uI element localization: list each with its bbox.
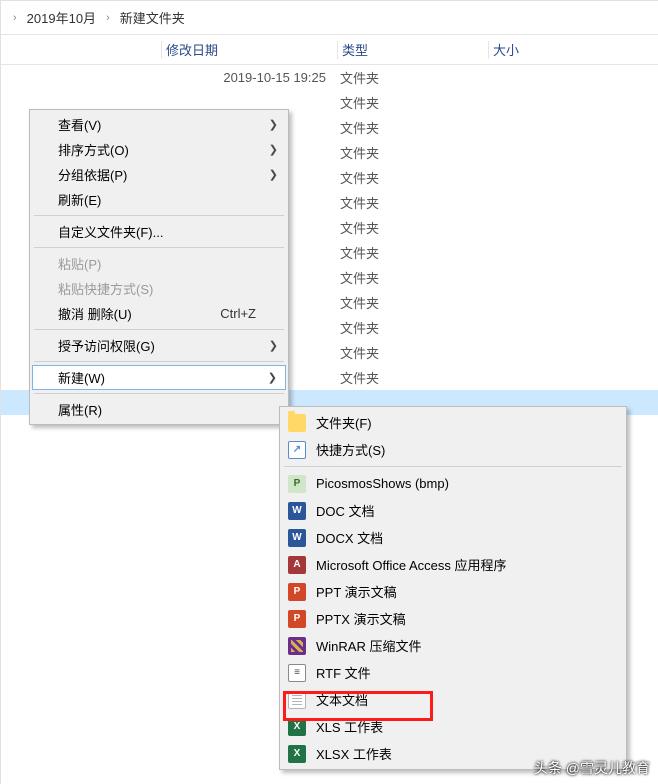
chevron-right-icon: ❯ <box>269 168 278 181</box>
excel-icon: X <box>288 718 306 736</box>
excel-icon: X <box>288 745 306 763</box>
chevron-right-icon: ❯ <box>269 118 278 131</box>
new-txt[interactable]: 文本文档 <box>282 686 624 713</box>
menu-properties[interactable]: 属性(R) <box>32 397 286 422</box>
chevron-right-icon: ❯ <box>268 371 277 384</box>
col-size[interactable]: 大小 <box>489 40 658 59</box>
breadcrumb-seg-2[interactable]: 新建文件夹 <box>116 6 189 29</box>
menu-sort[interactable]: 排序方式(O)❯ <box>32 137 286 162</box>
submenu-new: 文件夹(F) ↗快捷方式(S) PPicosmosShows (bmp) WDO… <box>279 406 627 770</box>
breadcrumb[interactable]: › 2019年10月 › 新建文件夹 <box>1 1 658 35</box>
watermark: 头条 @雪灵儿教育 <box>534 758 650 778</box>
powerpoint-icon: P <box>288 610 306 628</box>
new-folder[interactable]: 文件夹(F) <box>282 409 624 436</box>
chevron-right-icon: › <box>7 12 23 24</box>
menu-paste: 粘贴(P) <box>32 251 286 276</box>
word-icon: W <box>288 529 306 547</box>
new-doc[interactable]: WDOC 文档 <box>282 497 624 524</box>
menu-undo[interactable]: 撤消 删除(U)Ctrl+Z <box>32 301 286 326</box>
text-icon <box>288 691 306 709</box>
new-rar[interactable]: WinRAR 压缩文件 <box>282 632 624 659</box>
chevron-right-icon: ❯ <box>269 143 278 156</box>
list-item[interactable]: 2019-10-15 19:25文件夹 <box>1 65 658 90</box>
breadcrumb-seg-1[interactable]: 2019年10月 <box>23 6 100 29</box>
shortcut-label: Ctrl+Z <box>220 306 256 321</box>
shortcut-icon: ↗ <box>288 441 306 459</box>
image-icon: P <box>288 475 306 493</box>
new-bmp[interactable]: PPicosmosShows (bmp) <box>282 470 624 497</box>
powerpoint-icon: P <box>288 583 306 601</box>
chevron-right-icon: › <box>100 12 116 24</box>
chevron-right-icon: ❯ <box>269 339 278 352</box>
context-menu: 查看(V)❯ 排序方式(O)❯ 分组依据(P)❯ 刷新(E) 自定义文件夹(F)… <box>29 109 289 425</box>
folder-icon <box>288 414 306 432</box>
menu-customize[interactable]: 自定义文件夹(F)... <box>32 219 286 244</box>
menu-grant-access[interactable]: 授予访问权限(G)❯ <box>32 333 286 358</box>
archive-icon <box>288 637 306 655</box>
document-icon: ≡ <box>288 664 306 682</box>
new-pptx[interactable]: PPPTX 演示文稿 <box>282 605 624 632</box>
access-icon: A <box>288 556 306 574</box>
word-icon: W <box>288 502 306 520</box>
column-headers: 修改日期 类型 大小 <box>1 35 658 65</box>
new-xls[interactable]: XXLS 工作表 <box>282 713 624 740</box>
new-access[interactable]: AMicrosoft Office Access 应用程序 <box>282 551 624 578</box>
menu-new[interactable]: 新建(W)❯ <box>32 365 286 390</box>
menu-paste-shortcut: 粘贴快捷方式(S) <box>32 276 286 301</box>
col-type[interactable]: 类型 <box>338 40 488 59</box>
new-rtf[interactable]: ≡RTF 文件 <box>282 659 624 686</box>
menu-group[interactable]: 分组依据(P)❯ <box>32 162 286 187</box>
menu-view[interactable]: 查看(V)❯ <box>32 112 286 137</box>
menu-refresh[interactable]: 刷新(E) <box>32 187 286 212</box>
col-date[interactable]: 修改日期 <box>162 40 337 59</box>
new-docx[interactable]: WDOCX 文档 <box>282 524 624 551</box>
new-shortcut[interactable]: ↗快捷方式(S) <box>282 436 624 463</box>
new-ppt[interactable]: PPPT 演示文稿 <box>282 578 624 605</box>
